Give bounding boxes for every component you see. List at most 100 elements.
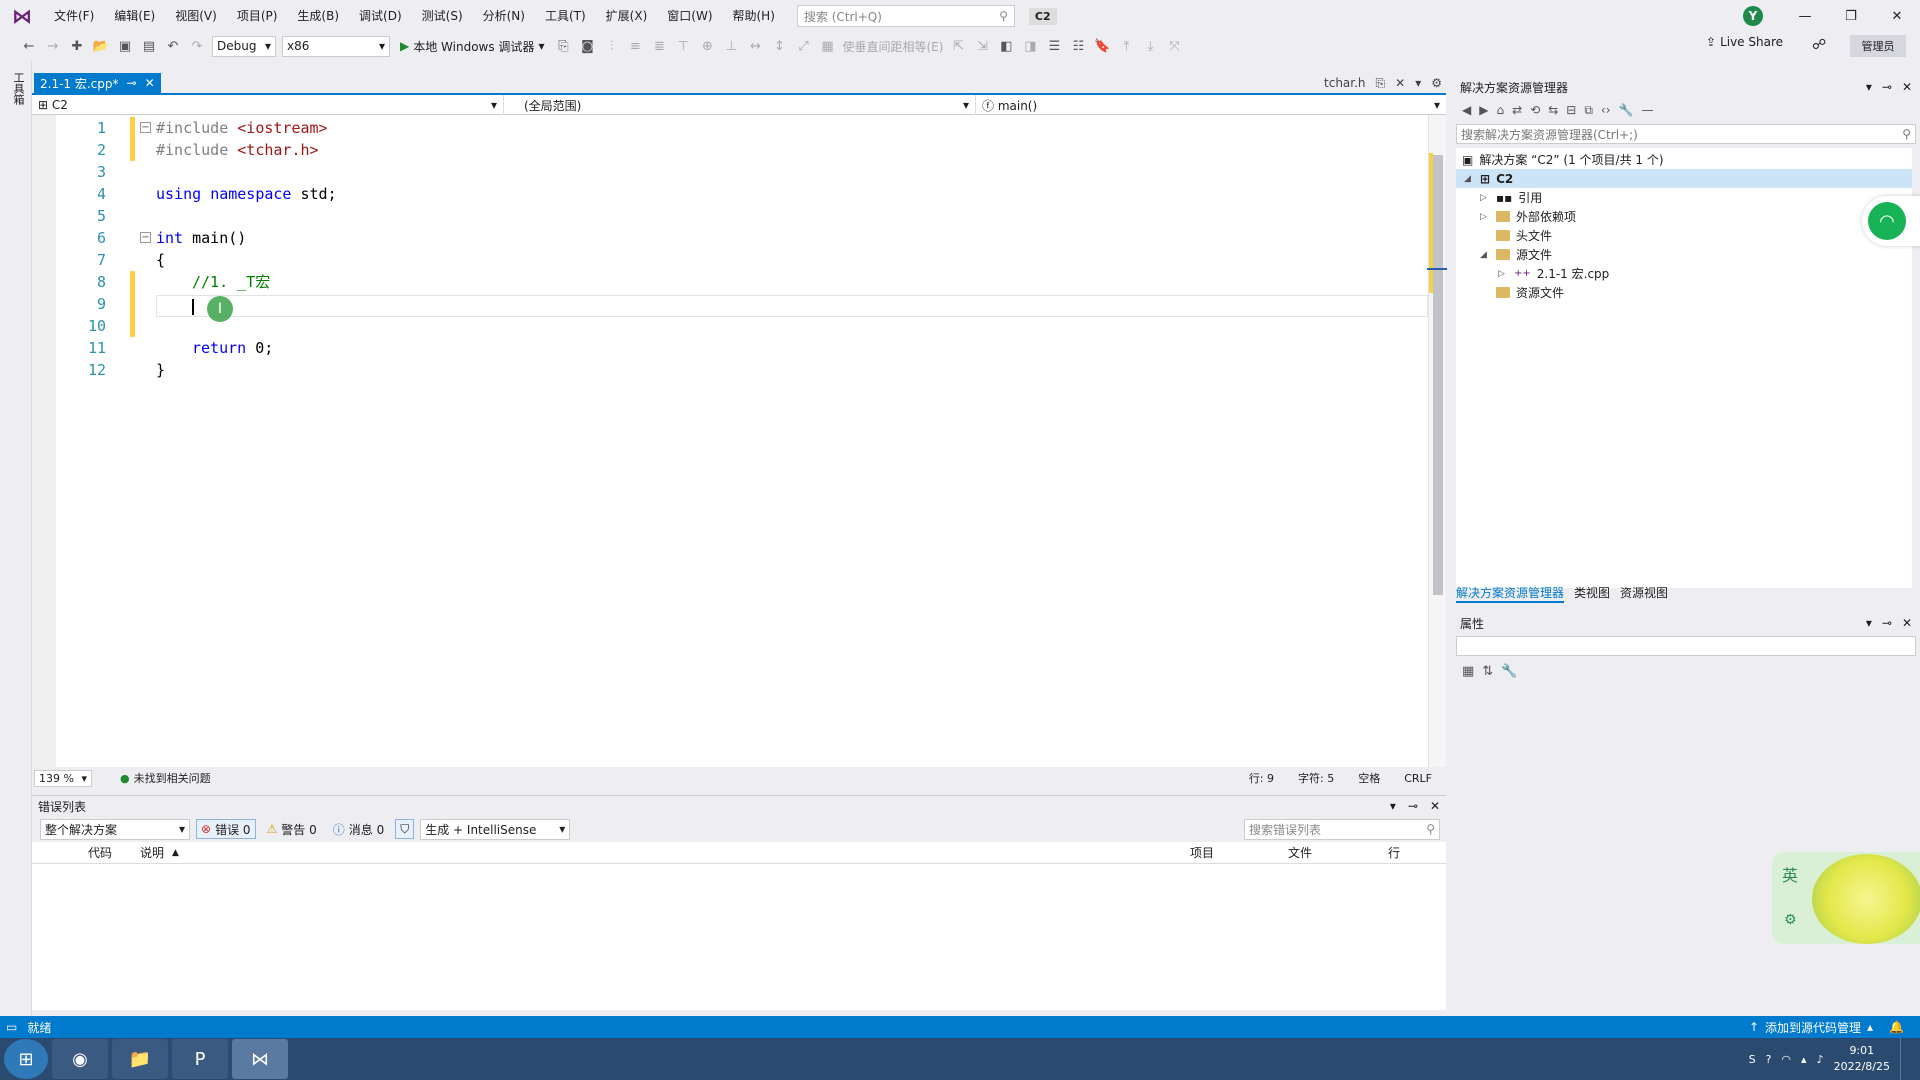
open-file-icon[interactable]: 📂 bbox=[92, 37, 110, 55]
menu-tools[interactable]: 工具(T) bbox=[535, 0, 596, 32]
pin-icon[interactable]: ⊸ bbox=[1408, 799, 1418, 813]
expanded-caret-icon[interactable]: ◢ bbox=[1464, 174, 1474, 184]
chevron-down-icon[interactable]: ▾ bbox=[1866, 80, 1872, 94]
pin-icon[interactable]: ⊸ bbox=[1882, 616, 1892, 630]
powerpoint-icon[interactable]: P bbox=[172, 1039, 228, 1079]
show-all-files-icon[interactable]: ⧉ bbox=[1584, 103, 1593, 118]
issues-status[interactable]: 未找到相关问题 bbox=[134, 770, 211, 786]
error-scope-dropdown[interactable]: 整个解决方案 ▾ bbox=[40, 818, 190, 840]
undo-icon[interactable]: ↶ bbox=[164, 37, 182, 55]
properties-wrench-icon[interactable]: 🔧 bbox=[1619, 103, 1634, 117]
save-all-icon[interactable]: ▤ bbox=[140, 37, 158, 55]
solution-explorer-search-input[interactable]: 搜索解决方案资源管理器(Ctrl+;) ⚲ bbox=[1456, 124, 1916, 144]
prev-bookmark-icon[interactable]: ⤒ bbox=[1117, 37, 1135, 55]
close-panel-icon[interactable]: ✕ bbox=[1902, 616, 1912, 630]
preview-icon[interactable]: — bbox=[1641, 103, 1653, 117]
notification-bell-icon[interactable]: 🔔 bbox=[1889, 1020, 1904, 1034]
close-panel-icon[interactable]: ✕ bbox=[1430, 799, 1440, 813]
global-search-input[interactable]: 搜索 (Ctrl+Q) ⚲ bbox=[796, 5, 1015, 27]
tree-item-resource-files[interactable]: 资源文件 bbox=[1496, 283, 1564, 302]
network-widget[interactable]: ◠ bbox=[1862, 196, 1920, 246]
align-center-icon[interactable]: ≡ bbox=[626, 37, 644, 55]
restore-icon[interactable]: ❐ bbox=[1828, 0, 1874, 32]
screenshot-icon[interactable]: ◙ bbox=[578, 37, 596, 55]
tree-item-references[interactable]: ▷ ▪▪ 引用 bbox=[1480, 188, 1542, 207]
sync-icon[interactable]: ⇆ bbox=[1548, 103, 1558, 117]
uncomment-icon[interactable]: ☷ bbox=[1069, 37, 1087, 55]
tab-class-view[interactable]: 类视图 bbox=[1574, 584, 1610, 603]
send-to-back-icon[interactable]: ◨ bbox=[1021, 37, 1039, 55]
alphabetical-icon[interactable]: ⇅ bbox=[1482, 664, 1493, 679]
back-icon[interactable]: ◀ bbox=[1462, 103, 1471, 117]
menu-window[interactable]: 窗口(W) bbox=[657, 0, 722, 32]
new-project-icon[interactable]: ✚ bbox=[68, 37, 86, 55]
settings-gear-icon[interactable]: ⚙ bbox=[1431, 76, 1442, 90]
categorized-icon[interactable]: ▦ bbox=[1462, 664, 1474, 679]
same-size-icon[interactable]: ⤢ bbox=[794, 37, 812, 55]
add-to-source-control-button[interactable]: 添加到源代码管理 bbox=[1765, 1019, 1861, 1036]
promote-icon[interactable]: ⎘ bbox=[1376, 76, 1386, 91]
size-to-grid-icon[interactable]: ▦ bbox=[818, 37, 836, 55]
tab-active-document[interactable]: 2.1-1 宏.cpp* ⊸ ✕ bbox=[34, 73, 161, 93]
next-bookmark-icon[interactable]: ⤓ bbox=[1141, 37, 1159, 55]
property-pages-icon[interactable]: 🔧 bbox=[1501, 664, 1517, 679]
pin-icon[interactable]: ⊸ bbox=[127, 76, 137, 90]
live-share-button[interactable]: ⇪ Live Share bbox=[1706, 35, 1783, 49]
solution-configuration-dropdown[interactable]: Debug ▾ bbox=[212, 35, 276, 57]
network-icon[interactable]: ◠ bbox=[1781, 1053, 1791, 1066]
tab-resource-view[interactable]: 资源视图 bbox=[1620, 584, 1668, 603]
align-left-icon[interactable]: ⫶ bbox=[602, 37, 620, 55]
ime-widget[interactable]: 英 ⚙ bbox=[1772, 852, 1920, 944]
view-code-icon[interactable]: ‹› bbox=[1601, 103, 1611, 117]
feedback-icon[interactable]: ☍ bbox=[1812, 37, 1826, 53]
visual-studio-icon[interactable]: ⋈ bbox=[232, 1039, 288, 1079]
collapsed-caret-icon[interactable]: ▷ bbox=[1480, 193, 1490, 203]
show-desktop-button[interactable] bbox=[1900, 1038, 1910, 1080]
close-window-icon[interactable]: ✕ bbox=[1874, 0, 1920, 32]
help-icon[interactable]: ? bbox=[1766, 1053, 1772, 1066]
same-height-icon[interactable]: ↕ bbox=[770, 37, 788, 55]
solution-platform-dropdown[interactable]: x86 ▾ bbox=[282, 35, 390, 57]
close-tab-icon[interactable]: ✕ bbox=[145, 76, 155, 90]
user-avatar[interactable]: Y bbox=[1743, 6, 1763, 26]
redo-icon[interactable]: ↷ bbox=[188, 37, 206, 55]
browse-icon[interactable]: ⎘ bbox=[554, 37, 572, 55]
tab-list-dropdown-icon[interactable]: ▾ bbox=[1415, 76, 1421, 90]
align-top-icon[interactable]: ⊤ bbox=[674, 37, 692, 55]
menu-extensions[interactable]: 扩展(X) bbox=[596, 0, 658, 32]
close-tab-icon[interactable]: ✕ bbox=[1395, 76, 1405, 90]
save-icon[interactable]: ▣ bbox=[116, 37, 134, 55]
collapsed-caret-icon[interactable]: ▷ bbox=[1480, 212, 1490, 222]
bookmark-icon[interactable]: 🔖 bbox=[1093, 37, 1111, 55]
clock[interactable]: 9:01 2022/8/25 bbox=[1834, 1043, 1890, 1075]
menu-help[interactable]: 帮助(H) bbox=[723, 0, 785, 32]
home-icon[interactable]: ⌂ bbox=[1496, 103, 1504, 117]
start-debugging-button[interactable]: ▶ 本地 Windows 调试器 ▾ bbox=[396, 38, 548, 55]
collapsed-caret-icon[interactable]: ▷ bbox=[1498, 269, 1508, 279]
sogou-icon[interactable]: S bbox=[1749, 1053, 1756, 1066]
menu-view[interactable]: 视图(V) bbox=[165, 0, 227, 32]
clear-bookmarks-icon[interactable]: ⤧ bbox=[1165, 37, 1183, 55]
line-indicator[interactable]: 行: 9 bbox=[1249, 770, 1274, 786]
line-ending-indicator[interactable]: CRLF bbox=[1404, 772, 1432, 785]
warnings-filter-button[interactable]: ⚠ 警告 0 bbox=[262, 819, 322, 839]
align-right-icon[interactable]: ≣ bbox=[650, 37, 668, 55]
start-button-icon[interactable]: ⊞ bbox=[4, 1039, 48, 1079]
tree-item-cpp-file[interactable]: ▷ ++ 2.1-1 宏.cpp bbox=[1498, 264, 1609, 283]
make-vertical-spacing-equal-button[interactable]: 使垂直间距相等(E) bbox=[842, 38, 943, 55]
member-dropdown[interactable]: ⓕ main() ▾ bbox=[976, 95, 1446, 115]
project-dropdown[interactable]: ⊞ C2 ▾ bbox=[32, 95, 504, 115]
errors-filter-button[interactable]: ⊗ 错误 0 bbox=[196, 819, 256, 839]
vertical-scrollbar[interactable] bbox=[1427, 115, 1447, 767]
collapse-icon[interactable]: − bbox=[140, 122, 151, 133]
properties-object-dropdown[interactable] bbox=[1456, 636, 1916, 656]
align-bottom-icon[interactable]: ⊥ bbox=[722, 37, 740, 55]
error-list-search-input[interactable]: 搜索错误列表 ⚲ bbox=[1244, 818, 1440, 840]
switch-views-icon[interactable]: ⇄ bbox=[1512, 103, 1522, 117]
messages-filter-button[interactable]: ⓘ 消息 0 bbox=[328, 819, 389, 839]
menu-debug[interactable]: 调试(D) bbox=[349, 0, 412, 32]
volume-icon[interactable]: ♪ bbox=[1817, 1053, 1824, 1066]
column-file[interactable]: 文件 bbox=[1288, 844, 1312, 861]
forward-icon[interactable]: ▶ bbox=[1479, 103, 1488, 117]
column-project[interactable]: 项目 bbox=[1190, 844, 1214, 861]
